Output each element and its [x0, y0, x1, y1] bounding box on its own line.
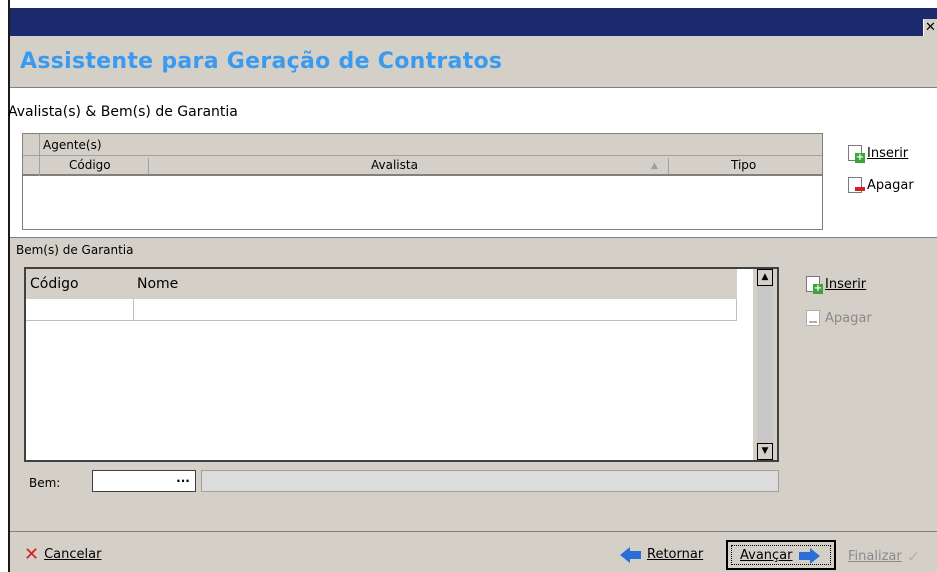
column-header-nome[interactable]: Nome	[137, 276, 178, 292]
row-indicator	[23, 134, 40, 156]
cancel-button[interactable]: ✕ Cancelar	[24, 543, 102, 565]
column-divider[interactable]	[148, 158, 149, 174]
cancel-label: Cancelar	[44, 547, 102, 562]
document-add-icon: +	[848, 145, 865, 163]
cancel-x-icon: ✕	[24, 543, 40, 565]
section-title: Avalista(s) & Bem(s) de Garantia	[8, 104, 238, 120]
back-label: Retornar	[647, 547, 704, 562]
column-header-codigo[interactable]: Código	[30, 276, 79, 292]
agentes-apagar-button[interactable]: Apagar	[848, 177, 914, 193]
scroll-up-button[interactable]: ▲	[757, 269, 773, 286]
page-title: Assistente para Geração de Contratos	[20, 49, 503, 74]
document-remove-icon	[848, 177, 865, 193]
table-cell[interactable]	[26, 299, 134, 321]
bens-apagar-button[interactable]: Apagar	[806, 310, 872, 326]
finish-label: Finalizar	[848, 549, 902, 564]
wizard-footer: ✕ Cancelar Retornar Avançar Finalizar ✓	[10, 531, 937, 572]
back-button[interactable]: Retornar	[620, 546, 704, 563]
check-icon: ✓	[906, 547, 921, 566]
wizard-header: Assistente para Geração de Contratos	[10, 36, 937, 88]
document-remove-icon	[806, 310, 820, 326]
next-button-content: Avançar	[740, 547, 820, 564]
bens-grid[interactable]: Código Nome ▲ ▼	[24, 267, 779, 462]
column-headers: Código Nome	[26, 269, 737, 299]
finish-button[interactable]: Finalizar ✓	[848, 547, 920, 566]
group-label: Agente(s)	[43, 138, 102, 152]
row-indicator	[23, 156, 40, 176]
table-row[interactable]	[26, 299, 737, 321]
document-add-icon: +	[806, 276, 823, 294]
bem-description-field	[201, 470, 779, 492]
arrow-left-icon	[620, 546, 642, 563]
scroll-track[interactable]	[757, 286, 773, 443]
column-headers: Código Avalista ▲ Tipo	[23, 156, 822, 176]
agentes-grid[interactable]: Agente(s) Código Avalista ▲ Tipo	[22, 133, 823, 230]
column-header-avalista[interactable]: Avalista	[371, 158, 418, 172]
apagar-label: Apagar	[825, 310, 872, 326]
bem-label: Bem:	[29, 476, 61, 490]
bem-code-input[interactable]: ...	[92, 470, 196, 492]
sort-ascending-icon: ▲	[651, 161, 658, 171]
agentes-inserir-button[interactable]: + Inserir	[848, 145, 909, 163]
close-button[interactable]: ✕	[923, 19, 937, 37]
group-header: Agente(s)	[23, 134, 822, 156]
bens-section-label: Bem(s) de Garantia	[16, 243, 134, 257]
column-header-tipo[interactable]: Tipo	[731, 158, 756, 172]
lookup-button[interactable]: ...	[173, 472, 193, 489]
arrow-right-icon	[798, 547, 820, 564]
inserir-label: Inserir	[867, 145, 909, 161]
window-title-bar: ✕	[10, 8, 937, 37]
bens-section-header: Bem(s) de Garantia	[10, 237, 937, 261]
next-button[interactable]: Avançar	[726, 540, 836, 570]
column-divider[interactable]	[668, 158, 669, 174]
column-header-codigo[interactable]: Código	[69, 158, 111, 172]
scroll-down-button[interactable]: ▼	[757, 443, 773, 460]
next-label: Avançar	[740, 548, 793, 563]
bens-inserir-button[interactable]: + Inserir	[806, 276, 867, 294]
apagar-label: Apagar	[867, 177, 914, 193]
inserir-label: Inserir	[825, 276, 867, 292]
vertical-scrollbar[interactable]: ▲ ▼	[753, 269, 777, 460]
